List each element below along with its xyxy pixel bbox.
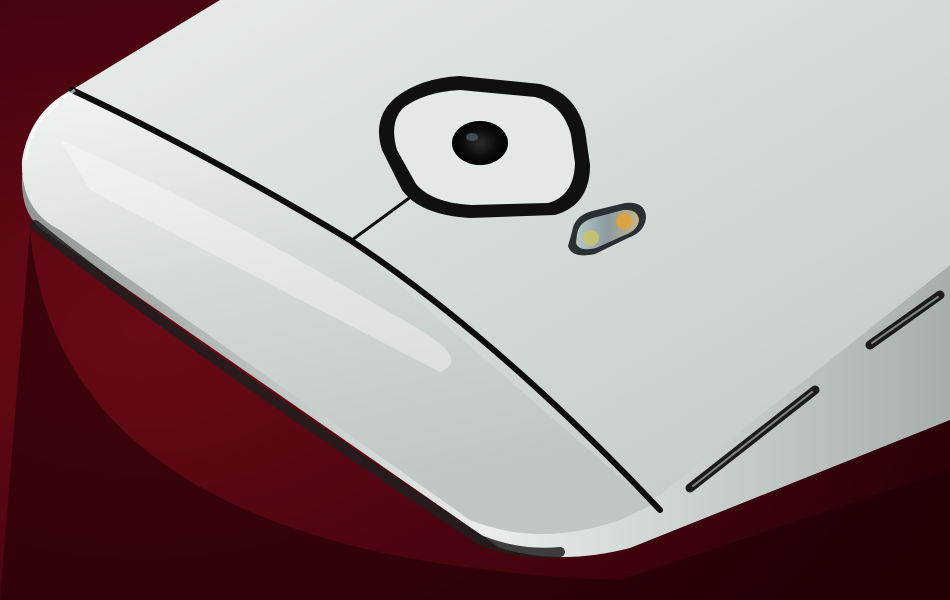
camera-module — [378, 76, 590, 218]
flash-warm-led — [616, 213, 632, 229]
camera-lens — [452, 121, 508, 165]
photo-scene — [0, 0, 950, 600]
photo-svg — [0, 0, 950, 600]
flash-cool-led — [583, 230, 599, 246]
lens-glint — [466, 133, 478, 141]
